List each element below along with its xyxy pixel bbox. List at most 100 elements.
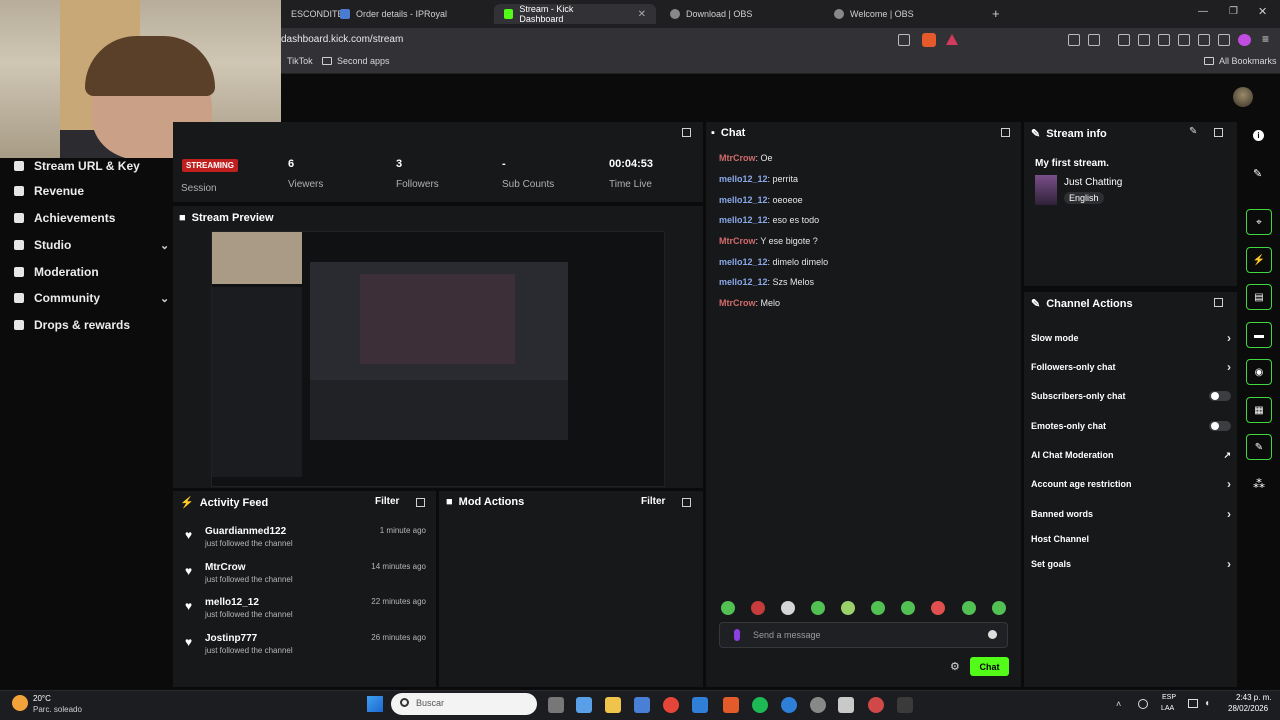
tray-icon[interactable]: [1138, 699, 1148, 709]
user-avatar[interactable]: [1233, 87, 1253, 107]
microphone-icon[interactable]: [734, 629, 740, 641]
emote-icon[interactable]: [901, 601, 915, 615]
brave-shield-icon[interactable]: [922, 33, 936, 47]
new-tab-button[interactable]: +: [992, 6, 1000, 21]
minimize-button[interactable]: —: [1198, 6, 1208, 17]
tab-obs-download[interactable]: Download | OBS: [660, 4, 762, 24]
chat-input[interactable]: Send a message: [719, 622, 1008, 648]
action-slow-mode[interactable]: Slow mode ›: [1031, 331, 1231, 345]
preview-video[interactable]: [211, 231, 665, 487]
spotify-icon[interactable]: [752, 697, 768, 713]
rail-button-info[interactable]: ▦: [1246, 397, 1272, 423]
obs-icon[interactable]: [897, 697, 913, 713]
keyboard-language[interactable]: ESP: [1162, 694, 1176, 701]
emote-icon[interactable]: [871, 601, 885, 615]
rail-button-chat[interactable]: ▬: [1246, 322, 1272, 348]
expand-icon[interactable]: [1214, 128, 1223, 137]
windows-start-icon[interactable]: [367, 696, 383, 712]
file-explorer-icon[interactable]: [605, 697, 621, 713]
action-banned-words[interactable]: Banned words ›: [1031, 507, 1231, 521]
mod-filter-button[interactable]: Filter: [641, 496, 665, 507]
rail-button-activity[interactable]: ⚡: [1246, 247, 1272, 273]
bookmark-tiktok[interactable]: TikTok: [287, 56, 313, 66]
app-icon[interactable]: [781, 697, 797, 713]
rail-button-mod[interactable]: ▤: [1246, 284, 1272, 310]
sidebar-item-studio[interactable]: Studio ⌄: [14, 235, 174, 255]
tab-iproyal[interactable]: Order details - IPRoyal: [330, 4, 457, 24]
copilot-icon[interactable]: [576, 697, 592, 713]
volume-icon[interactable]: ◖: [1204, 698, 1210, 709]
brave-rewards-icon[interactable]: [946, 34, 958, 45]
weather-icon[interactable]: [12, 695, 28, 711]
close-window-button[interactable]: ✕: [1258, 5, 1267, 18]
subscribers-only-toggle[interactable]: [1209, 391, 1231, 401]
emote-icon[interactable]: [931, 601, 945, 615]
chat-send-button[interactable]: Chat: [970, 657, 1009, 676]
tab-obs-welcome[interactable]: Welcome | OBS: [824, 4, 924, 24]
action-set-goals[interactable]: Set goals ›: [1031, 557, 1231, 571]
download-icon[interactable]: [1118, 34, 1130, 46]
chevron-up-icon[interactable]: ˄: [1116, 699, 1121, 709]
rail-button-preview[interactable]: ⌖: [1246, 209, 1272, 235]
sidebar-item-drops-rewards[interactable]: Drops & rewards: [14, 315, 130, 335]
gear-icon[interactable]: ⚙: [950, 660, 960, 673]
menu-icon[interactable]: ≡: [1262, 32, 1269, 46]
app-icon[interactable]: [868, 697, 884, 713]
app-icon[interactable]: [838, 697, 854, 713]
brave-icon[interactable]: [723, 697, 739, 713]
pencil-icon[interactable]: ✎: [1253, 167, 1262, 180]
wallet-icon[interactable]: [1178, 34, 1190, 46]
expand-icon[interactable]: [1214, 298, 1223, 307]
network-icon[interactable]: [1188, 699, 1198, 708]
emote-icon[interactable]: [992, 601, 1006, 615]
rail-button-actions[interactable]: ✎: [1246, 434, 1272, 460]
close-tab-icon[interactable]: ✕: [638, 9, 646, 20]
clock-time[interactable]: 2:43 p. m.: [1236, 693, 1272, 702]
activity-filter-button[interactable]: Filter: [375, 496, 399, 507]
edit-icon[interactable]: ✎: [1189, 126, 1197, 137]
action-ai-moderation[interactable]: AI Chat Moderation ↗: [1031, 448, 1231, 462]
tab-kick-dashboard[interactable]: Stream - Kick Dashboard ✕: [494, 4, 656, 24]
emoji-icon[interactable]: [988, 630, 997, 639]
chrome-icon[interactable]: [663, 697, 679, 713]
expand-icon[interactable]: [682, 498, 691, 507]
taskbar-search[interactable]: Buscar: [391, 693, 537, 715]
profile-icon[interactable]: [1238, 34, 1251, 46]
task-view-icon[interactable]: [548, 697, 564, 713]
category-label[interactable]: Just Chatting: [1064, 177, 1122, 188]
store-icon[interactable]: [634, 697, 650, 713]
puzzle-icon[interactable]: [1088, 34, 1100, 46]
rail-button-broadcast[interactable]: ◉: [1246, 359, 1272, 385]
action-host-channel[interactable]: Host Channel: [1031, 532, 1231, 546]
vpn-icon[interactable]: [1218, 34, 1230, 46]
maximize-button[interactable]: ❐: [1229, 6, 1238, 17]
sidebar-item-community[interactable]: Community ⌄: [14, 288, 174, 308]
settings-icon[interactable]: [810, 697, 826, 713]
screenshot-icon[interactable]: [1158, 34, 1170, 46]
sidebar-icon[interactable]: [1138, 34, 1150, 46]
sidebar-item-achievements[interactable]: Achievements: [14, 208, 115, 228]
add-widget-icon[interactable]: ⁂: [1253, 477, 1265, 491]
emote-icon[interactable]: [811, 601, 825, 615]
emotes-only-toggle[interactable]: [1209, 421, 1231, 431]
all-bookmarks[interactable]: All Bookmarks: [1204, 56, 1277, 66]
sidebar-item-revenue[interactable]: Revenue: [14, 181, 84, 201]
url-field[interactable]: dashboard.kick.com/stream: [281, 34, 403, 45]
sidebar-item-stream-url-key[interactable]: Stream URL & Key: [14, 156, 140, 176]
leo-icon[interactable]: [1198, 34, 1210, 46]
sidebar-item-moderation[interactable]: Moderation: [14, 262, 99, 282]
share-icon[interactable]: [898, 34, 910, 46]
expand-icon[interactable]: [416, 498, 425, 507]
emote-icon[interactable]: [721, 601, 735, 615]
bookmark-second-apps[interactable]: Second apps: [322, 56, 390, 66]
extension-icon[interactable]: [1068, 34, 1080, 46]
action-account-age[interactable]: Account age restriction ›: [1031, 477, 1231, 491]
emote-icon[interactable]: [962, 601, 976, 615]
outlook-icon[interactable]: [692, 697, 708, 713]
action-followers-only[interactable]: Followers-only chat ›: [1031, 360, 1231, 374]
expand-icon[interactable]: [1001, 128, 1010, 137]
info-icon[interactable]: i: [1253, 130, 1264, 141]
emote-icon[interactable]: [751, 601, 765, 615]
emote-icon[interactable]: [841, 601, 855, 615]
expand-icon[interactable]: [682, 128, 691, 137]
